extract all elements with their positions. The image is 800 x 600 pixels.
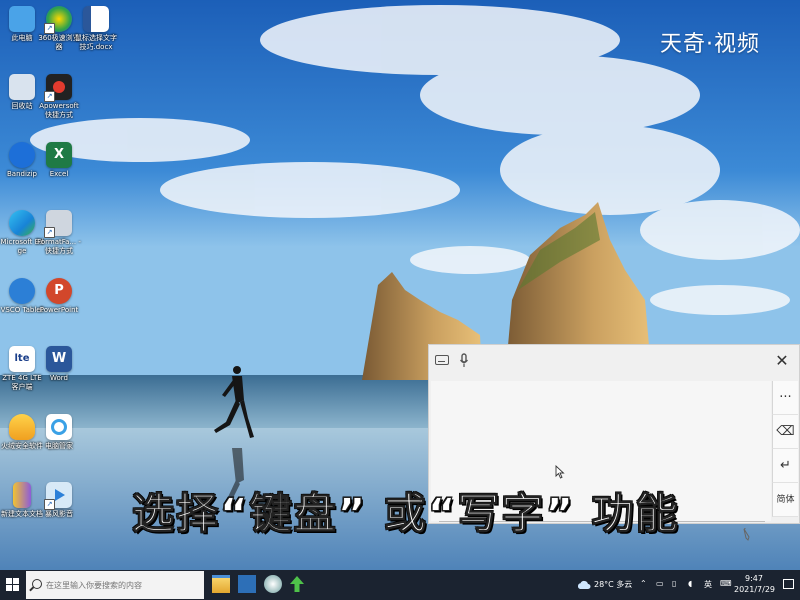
search-icon	[32, 579, 42, 589]
file-explorer-icon[interactable]	[212, 575, 230, 593]
desktop-icon-label: FormatFa... - 快捷方式	[37, 238, 81, 255]
recycle-bin-icon	[9, 74, 35, 100]
formatfactory-icon: ↗	[44, 210, 72, 238]
tray-chevron-icon[interactable]: ⌃	[640, 579, 647, 588]
more-options-button[interactable]: ···	[772, 381, 798, 415]
pen-icon[interactable]	[741, 527, 753, 541]
desktop-icon-label: Apowersoft 快捷方式	[39, 102, 79, 119]
powerpoint-icon: P	[46, 278, 72, 304]
taskbar-clock[interactable]: 9:47 2021/7/29	[734, 573, 776, 595]
simplified-chinese-button[interactable]: 简体	[772, 483, 798, 517]
word-doc-icon	[83, 6, 109, 32]
panel-toolbar: ✕	[429, 345, 799, 379]
desktop-icon-powerpoint[interactable]: P PowerPoint	[37, 278, 81, 315]
excel-icon: X	[46, 142, 72, 168]
desktop-icon-excel[interactable]: X Excel	[37, 142, 81, 179]
taskbar-search-box[interactable]	[26, 571, 204, 599]
desktop-icon-word-doc[interactable]: 鼠标选择文字技巧.docx	[74, 6, 118, 52]
notification-icon[interactable]	[783, 579, 794, 589]
windows-start-icon[interactable]	[6, 578, 20, 592]
zte-lte-icon: lte	[9, 346, 35, 372]
desktop-icon-label: PowerPoint	[39, 306, 79, 314]
desktop-icon-label: 暴风影音	[45, 510, 73, 518]
clock-date: 2021/7/29	[734, 585, 776, 594]
desktop-icon-pc-manager[interactable]: 电脑管家	[37, 414, 81, 451]
panel-side-buttons: ··· ⌫ ↵ 简体	[772, 381, 798, 517]
ime-mode-icon[interactable]: ⌨	[720, 579, 732, 588]
keyboard-settings-icon[interactable]	[435, 355, 449, 365]
network-icon[interactable]: ▭	[656, 579, 664, 588]
word-icon: W	[46, 346, 72, 372]
arrow-up-icon[interactable]	[288, 575, 306, 593]
weather-text[interactable]: 28°C 多云	[594, 579, 632, 590]
clock-time: 9:47	[745, 574, 763, 583]
desktop-icon-label: 电脑管家	[45, 442, 73, 450]
mouse-cursor-icon	[555, 465, 565, 479]
microphone-icon[interactable]	[459, 353, 469, 369]
desktop-icon-label: Excel	[49, 170, 69, 178]
pc-manager-icon	[46, 414, 72, 440]
bandizip-icon	[9, 142, 35, 168]
apowersoft-icon: ↗	[44, 74, 72, 102]
huorong-icon	[9, 414, 35, 440]
close-icon[interactable]: ✕	[773, 351, 791, 371]
volume-icon[interactable]: ◖	[688, 579, 692, 588]
desktop-icon-formatfactory[interactable]: ↗ FormatFa... - 快捷方式	[37, 210, 81, 256]
ime-indicator[interactable]: 英	[704, 579, 712, 590]
search-input[interactable]	[46, 577, 196, 593]
desktop-icon-video-player[interactable]: ↗ 暴风影音	[37, 482, 81, 519]
weather-cloud-icon[interactable]	[577, 580, 591, 590]
watermark-logo: 天奇·视频	[660, 32, 760, 57]
browser-icon[interactable]	[264, 575, 282, 593]
battery-icon[interactable]: ▯	[672, 579, 676, 588]
desktop-icon-label: 鼠标选择文字技巧.docx	[75, 34, 117, 51]
video-player-icon: ↗	[44, 482, 72, 510]
360-browser-icon: ↗	[44, 6, 72, 34]
text-file-icon	[13, 482, 31, 508]
desktop-icon-apowersoft[interactable]: ↗ Apowersoft 快捷方式	[37, 74, 81, 120]
taskbar: 28°C 多云 ⌃ ▭ ▯ ◖ 英 ⌨ 9:47 2021/7/29	[0, 570, 800, 600]
desktop-icon-label: Word	[50, 374, 68, 382]
backspace-button[interactable]: ⌫	[772, 415, 798, 449]
video-caption: 选择“键盘” 或“写字” 功能	[132, 489, 680, 539]
edge-icon	[9, 210, 35, 236]
desktop-icon-word[interactable]: W Word	[37, 346, 81, 383]
enter-button[interactable]: ↵	[772, 449, 798, 483]
vsco-icon	[9, 278, 35, 304]
app-store-icon[interactable]	[238, 575, 256, 593]
this-pc-icon	[9, 6, 35, 32]
